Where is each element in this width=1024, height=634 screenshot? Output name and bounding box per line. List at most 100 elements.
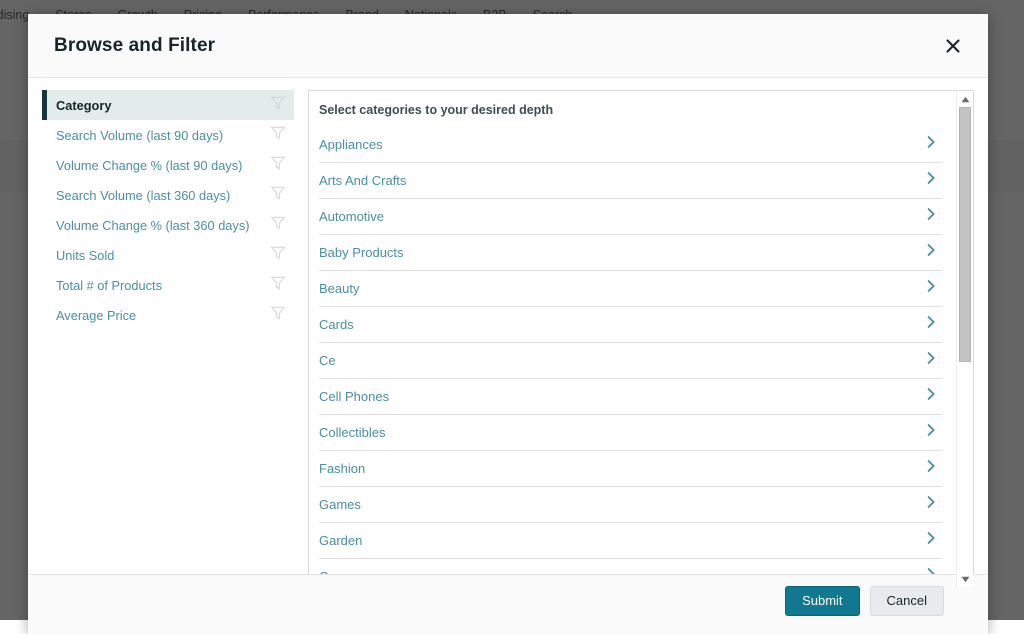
category-row[interactable]: Cell Phones [319, 379, 942, 415]
facet-item-category[interactable]: Category [42, 90, 294, 120]
category-label: Appliances [319, 137, 924, 152]
chevron-right-icon[interactable] [924, 531, 938, 550]
close-icon-glyph [945, 38, 961, 54]
funnel-icon[interactable] [264, 155, 286, 176]
facet-item-volume-change-last-90-days[interactable]: Volume Change % (last 90 days) [42, 150, 294, 180]
funnel-icon[interactable] [264, 305, 286, 326]
dialog-header: Browse and Filter [28, 14, 988, 78]
funnel-icon-glyph [270, 245, 286, 261]
chevron-right-icon-glyph [924, 495, 938, 509]
facet-item-label: Volume Change % (last 90 days) [56, 158, 264, 173]
category-label: Ce [319, 353, 924, 368]
chevron-right-icon[interactable] [924, 135, 938, 154]
facet-item-total-of-products[interactable]: Total # of Products [42, 270, 294, 300]
chevron-right-icon[interactable] [924, 495, 938, 514]
category-row[interactable]: Automotive [319, 199, 942, 235]
vertical-scrollbar[interactable] [956, 91, 973, 587]
category-row[interactable]: Appliances [319, 127, 942, 163]
facet-item-average-price[interactable]: Average Price [42, 300, 294, 330]
category-label: Cards [319, 317, 924, 332]
category-label: Baby Products [319, 245, 924, 260]
funnel-icon[interactable] [264, 275, 286, 296]
funnel-icon[interactable] [264, 185, 286, 206]
dialog-body: Category Search Volume (last 90 days) Volu… [28, 78, 988, 574]
chevron-right-icon[interactable] [924, 279, 938, 298]
category-browser-panel: Select categories to your desired depth … [308, 90, 974, 588]
category-row[interactable]: Baby Products [319, 235, 942, 271]
category-label: Beauty [319, 281, 924, 296]
chevron-right-icon[interactable] [924, 207, 938, 226]
facet-list: Category Search Volume (last 90 days) Volu… [42, 90, 294, 574]
category-label: Collectibles [319, 425, 924, 440]
facet-item-label: Total # of Products [56, 278, 264, 293]
category-label: Cell Phones [319, 389, 924, 404]
chevron-right-icon-glyph [924, 315, 938, 329]
funnel-icon[interactable] [264, 245, 286, 266]
facet-item-search-volume-last-360-days[interactable]: Search Volume (last 360 days) [42, 180, 294, 210]
scroll-up-arrow-icon[interactable] [957, 91, 973, 107]
funnel-icon-glyph [270, 185, 286, 201]
cancel-button[interactable]: Cancel [870, 586, 944, 616]
facet-item-label: Search Volume (last 90 days) [56, 128, 264, 143]
funnel-icon-glyph [270, 125, 286, 141]
chevron-right-icon[interactable] [924, 171, 938, 190]
chevron-right-icon[interactable] [924, 387, 938, 406]
facet-item-search-volume-last-90-days[interactable]: Search Volume (last 90 days) [42, 120, 294, 150]
scroll-down-arrow-glyph [961, 576, 970, 583]
funnel-icon-glyph [270, 305, 286, 321]
funnel-icon-glyph [270, 275, 286, 291]
category-row[interactable]: Garden [319, 523, 942, 559]
facet-item-units-sold[interactable]: Units Sold [42, 240, 294, 270]
category-row[interactable]: Ce [319, 343, 942, 379]
dialog-footer: Submit Cancel [28, 574, 988, 634]
scroll-down-arrow-icon[interactable] [957, 571, 973, 587]
chevron-right-icon[interactable] [924, 315, 938, 334]
funnel-icon[interactable] [264, 95, 286, 116]
funnel-icon-glyph [270, 215, 286, 231]
category-row[interactable]: Cards [319, 307, 942, 343]
scrollbar-track[interactable] [957, 107, 973, 571]
facet-item-label: Volume Change % (last 360 days) [56, 218, 264, 233]
category-label: Arts And Crafts [319, 173, 924, 188]
chevron-right-icon-glyph [924, 171, 938, 185]
funnel-icon-glyph [270, 155, 286, 171]
category-label: Games [319, 497, 924, 512]
category-label: Automotive [319, 209, 924, 224]
scrollbar-thumb[interactable] [959, 107, 971, 362]
category-row[interactable]: Arts And Crafts [319, 163, 942, 199]
chevron-right-icon-glyph [924, 351, 938, 365]
category-row[interactable]: Beauty [319, 271, 942, 307]
funnel-icon[interactable] [264, 125, 286, 146]
category-label: Garden [319, 533, 924, 548]
facet-item-label: Search Volume (last 360 days) [56, 188, 264, 203]
chevron-right-icon-glyph [924, 279, 938, 293]
category-row[interactable]: Fashion [319, 451, 942, 487]
facet-item-volume-change-last-360-days[interactable]: Volume Change % (last 360 days) [42, 210, 294, 240]
facet-item-label: Average Price [56, 308, 264, 323]
scroll-up-arrow-glyph [961, 96, 970, 103]
funnel-icon[interactable] [264, 215, 286, 236]
chevron-right-icon-glyph [924, 207, 938, 221]
chevron-right-icon[interactable] [924, 459, 938, 478]
chevron-right-icon-glyph [924, 387, 938, 401]
submit-button[interactable]: Submit [785, 586, 859, 616]
chevron-right-icon-glyph [924, 135, 938, 149]
category-row[interactable]: Collectibles [319, 415, 942, 451]
browser-hint-text: Select categories to your desired depth [319, 103, 942, 127]
chevron-right-icon-glyph [924, 243, 938, 257]
chevron-right-icon[interactable] [924, 423, 938, 442]
dialog-title: Browse and Filter [54, 35, 215, 57]
facet-item-label: Category [56, 98, 264, 113]
funnel-icon-glyph [270, 95, 286, 111]
chevron-right-icon[interactable] [924, 243, 938, 262]
browse-and-filter-dialog: Browse and Filter Category Search Volume … [28, 14, 988, 634]
chevron-right-icon[interactable] [924, 351, 938, 370]
category-label: Fashion [319, 461, 924, 476]
chevron-right-icon-glyph [924, 459, 938, 473]
category-row[interactable]: Games [319, 487, 942, 523]
chevron-right-icon-glyph [924, 531, 938, 545]
category-browser-scroll-area: Select categories to your desired depth … [309, 91, 956, 587]
close-icon[interactable] [938, 31, 968, 61]
chevron-right-icon-glyph [924, 423, 938, 437]
facet-item-label: Units Sold [56, 248, 264, 263]
